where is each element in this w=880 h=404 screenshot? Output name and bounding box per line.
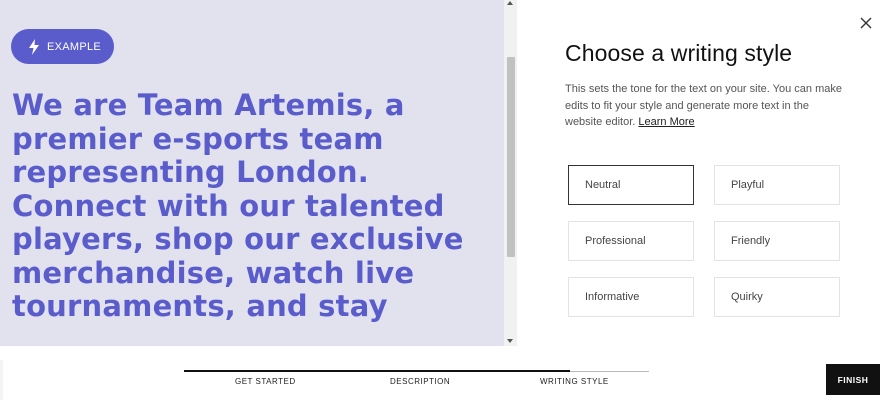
preview-pane: EXAMPLE We are Team Artemis, a premier e… [0, 0, 504, 346]
example-badge-label: EXAMPLE [47, 40, 102, 53]
style-option-neutral[interactable]: Neutral [568, 165, 694, 205]
progress-fill [184, 370, 570, 372]
style-option-professional[interactable]: Professional [568, 221, 694, 261]
finish-button[interactable]: FINISH [826, 364, 880, 395]
step-description: DESCRIPTION [390, 377, 451, 386]
example-headline: We are Team Artemis, a premier e-sports … [12, 88, 464, 323]
style-option-playful[interactable]: Playful [714, 165, 840, 205]
panel-description-text: This sets the tone for the text on your … [565, 83, 842, 128]
style-option-informative[interactable]: Informative [568, 277, 694, 317]
lightning-bolt-icon [29, 38, 39, 55]
scroll-down-arrow-icon[interactable] [507, 339, 513, 343]
footer-edge [0, 360, 3, 400]
scroll-up-arrow-icon[interactable] [507, 1, 513, 5]
step-get-started: GET STARTED [235, 377, 296, 386]
learn-more-link[interactable]: Learn More [638, 116, 694, 128]
style-option-friendly[interactable]: Friendly [714, 221, 840, 261]
panel-title: Choose a writing style [565, 40, 793, 66]
footer-bar: GET STARTED DESCRIPTION WRITING STYLE FI… [0, 346, 880, 404]
style-option-quirky[interactable]: Quirky [714, 277, 840, 317]
example-badge[interactable]: EXAMPLE [11, 29, 114, 64]
step-writing-style: WRITING STYLE [540, 377, 609, 386]
scroll-thumb[interactable] [507, 57, 515, 257]
panel-description: This sets the tone for the text on your … [565, 81, 847, 131]
writing-style-panel: Choose a writing style This sets the ton… [517, 0, 880, 346]
close-icon[interactable] [858, 15, 874, 31]
preview-scrollbar[interactable] [504, 0, 517, 346]
